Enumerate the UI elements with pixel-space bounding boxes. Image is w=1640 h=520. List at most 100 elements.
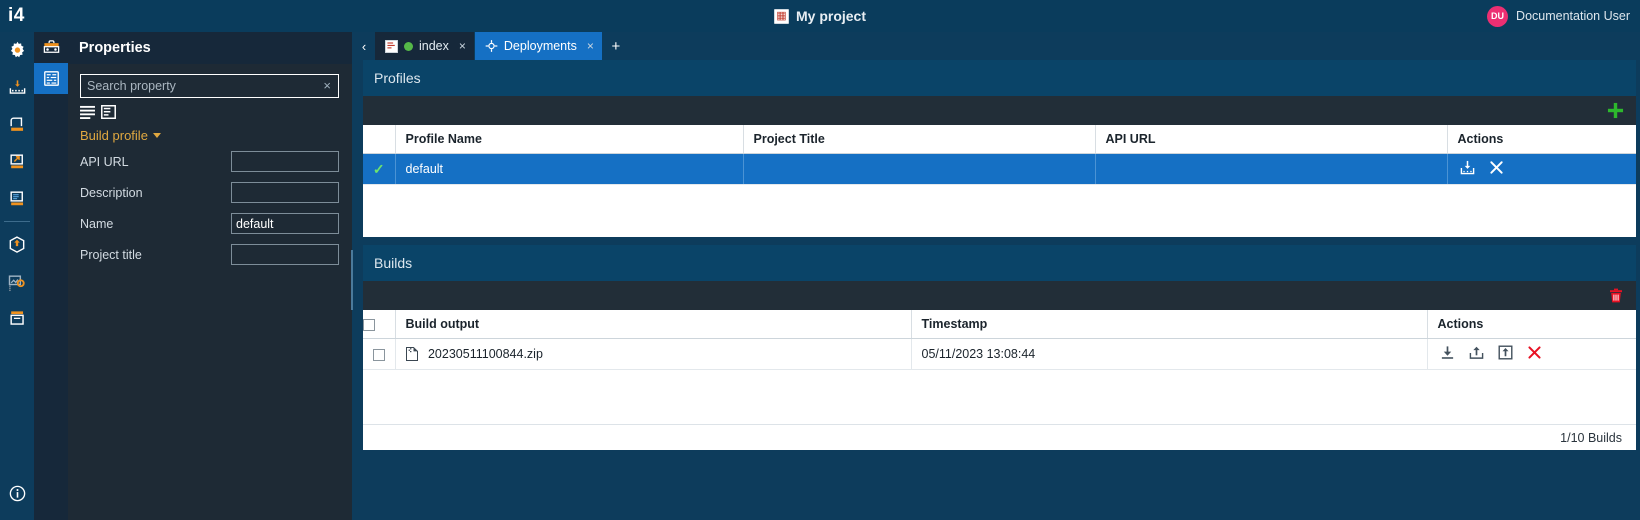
tab-index[interactable]: index ×: [375, 32, 475, 60]
property-label-api-url: API URL: [80, 154, 129, 169]
profiles-col-select: [363, 125, 395, 154]
builds-col-timestamp[interactable]: Timestamp: [910, 310, 1427, 339]
page-icon-glyph: [385, 39, 398, 53]
sidebar-item-archive[interactable]: [0, 300, 34, 337]
build-row-checkbox[interactable]: [372, 348, 385, 361]
app-logo[interactable]: i4: [0, 5, 68, 27]
tab-close-deployments-icon[interactable]: ×: [587, 39, 594, 53]
profile-project-title-cell: [742, 153, 1095, 185]
profiles-col-project-title[interactable]: Project Title: [742, 125, 1095, 154]
image-settings-icon: [8, 274, 25, 291]
profiles-col-actions: Actions: [1446, 125, 1636, 154]
builds-panel: Builds Build output Timestamp Actions 20…: [363, 245, 1636, 450]
save-profile-icon[interactable]: [1460, 160, 1475, 178]
properties-panel-body: × Build profile API URL Desc: [68, 64, 352, 267]
project-title-group: ▦ My project: [0, 0, 1640, 32]
name-field[interactable]: [231, 213, 339, 234]
user-name: Documentation User: [1516, 9, 1630, 23]
profiles-col-profile-name[interactable]: Profile Name: [394, 125, 743, 154]
api-url-field[interactable]: [231, 151, 339, 172]
build-timestamp-cell: 05/11/2023 13:08:44: [910, 338, 1427, 370]
storage-icon: [9, 117, 23, 131]
builds-col-build-output[interactable]: Build output: [394, 310, 911, 339]
grouped-view-icon[interactable]: [101, 105, 116, 119]
tab-status-dot: [404, 41, 413, 51]
upload-build-icon[interactable]: [1498, 345, 1513, 363]
build-actions-cell: [1426, 338, 1636, 370]
builds-count-label: 1/10 Builds: [1560, 430, 1622, 445]
view-toggle-group: [80, 105, 339, 119]
download-glyph: [1441, 346, 1453, 359]
rail-item-properties[interactable]: [34, 63, 68, 94]
sidebar-item-info[interactable]: [0, 475, 34, 512]
table-row[interactable]: 20230511100844.zip 05/11/2023 13:08:44: [363, 338, 1636, 370]
avatar: DU: [1487, 5, 1509, 27]
delete-profile-icon[interactable]: [1489, 160, 1504, 178]
builds-panel-header: Builds: [363, 245, 1636, 281]
sidebar-item-measurements[interactable]: [0, 69, 34, 106]
save-profile-glyph: [1460, 160, 1474, 175]
primary-icon-rail: [0, 32, 34, 520]
deployments-icon: [485, 40, 498, 53]
settings-gear-icon: [10, 41, 24, 58]
property-row: Name: [80, 211, 339, 236]
tab-close-index-icon[interactable]: ×: [459, 39, 466, 53]
profiles-col-api-url[interactable]: API URL: [1094, 125, 1447, 154]
build-profile-group-label: Build profile: [80, 128, 148, 143]
delete-build-icon[interactable]: [1527, 345, 1542, 363]
properties-panel-header: Properties: [68, 32, 352, 64]
build-row-select-cell: [363, 338, 395, 370]
build-profile-group-header[interactable]: Build profile: [80, 128, 339, 143]
builds-table: Build output Timestamp Actions 202305111…: [363, 310, 1636, 370]
search-property-box[interactable]: ×: [80, 74, 339, 98]
tab-deployments[interactable]: Deployments ×: [474, 32, 603, 60]
builds-toolbar: [363, 281, 1636, 310]
profiles-table: Profile Name Project Title API URL Actio…: [363, 125, 1636, 185]
chevron-down-icon: [152, 133, 161, 138]
select-all-builds-checkbox[interactable]: [363, 318, 375, 331]
clear-search-icon[interactable]: ×: [323, 78, 338, 95]
list-view-icon[interactable]: [80, 105, 95, 119]
tab-scroll-left-button[interactable]: ‹: [353, 32, 375, 60]
check-icon: ✓: [372, 160, 385, 177]
sidebar-item-deploy[interactable]: [0, 226, 34, 263]
download-build-icon[interactable]: [1440, 345, 1455, 363]
add-tab-button[interactable]: +: [602, 32, 629, 60]
builds-table-header-row: Build output Timestamp Actions: [363, 310, 1636, 339]
reports-icon: [9, 191, 23, 206]
search-input[interactable]: [81, 79, 324, 93]
add-profile-icon[interactable]: [1607, 102, 1624, 119]
trash-icon: [1610, 288, 1622, 302]
rail-item-toolbox[interactable]: [34, 32, 68, 63]
deploy-build-icon[interactable]: [1469, 345, 1484, 363]
grouped-view-glyph: [101, 105, 116, 119]
page-icon: [385, 39, 398, 53]
sidebar-item-storage[interactable]: [0, 106, 34, 143]
table-row[interactable]: ✓ default: [363, 153, 1636, 185]
upload-glyph: [1498, 345, 1512, 360]
property-row: Project title: [80, 242, 339, 267]
sidebar-item-image-settings[interactable]: [0, 263, 34, 300]
profile-actions-cell: [1446, 153, 1636, 185]
profiles-table-header-row: Profile Name Project Title API URL Actio…: [363, 125, 1636, 154]
sidebar-item-reports[interactable]: [0, 180, 34, 217]
panel-gap: [363, 237, 1636, 245]
info-icon: [9, 485, 25, 502]
list-view-glyph: [80, 105, 95, 119]
sidebar-item-export[interactable]: [0, 143, 34, 180]
profiles-toolbar: [363, 96, 1636, 125]
property-row: Description: [80, 180, 339, 205]
sidebar-item-settings[interactable]: [0, 32, 34, 69]
description-field[interactable]: [231, 182, 339, 203]
delete-builds-icon[interactable]: [1608, 288, 1624, 304]
profile-api-url-cell: [1094, 153, 1447, 185]
secondary-tool-rail: [34, 32, 68, 520]
archive-icon: [9, 311, 24, 325]
main-area: ‹ index × Deployments × + Profiles Profi…: [353, 32, 1640, 520]
user-menu[interactable]: DU Documentation User: [1487, 0, 1630, 32]
delete-build-glyph: [1527, 346, 1541, 359]
deployments-content: Profiles Profile Name Project Title API …: [363, 60, 1636, 520]
toolbox-icon: [43, 40, 59, 53]
project-title-field[interactable]: [231, 244, 339, 265]
builds-footer: 1/10 Builds: [363, 424, 1636, 450]
